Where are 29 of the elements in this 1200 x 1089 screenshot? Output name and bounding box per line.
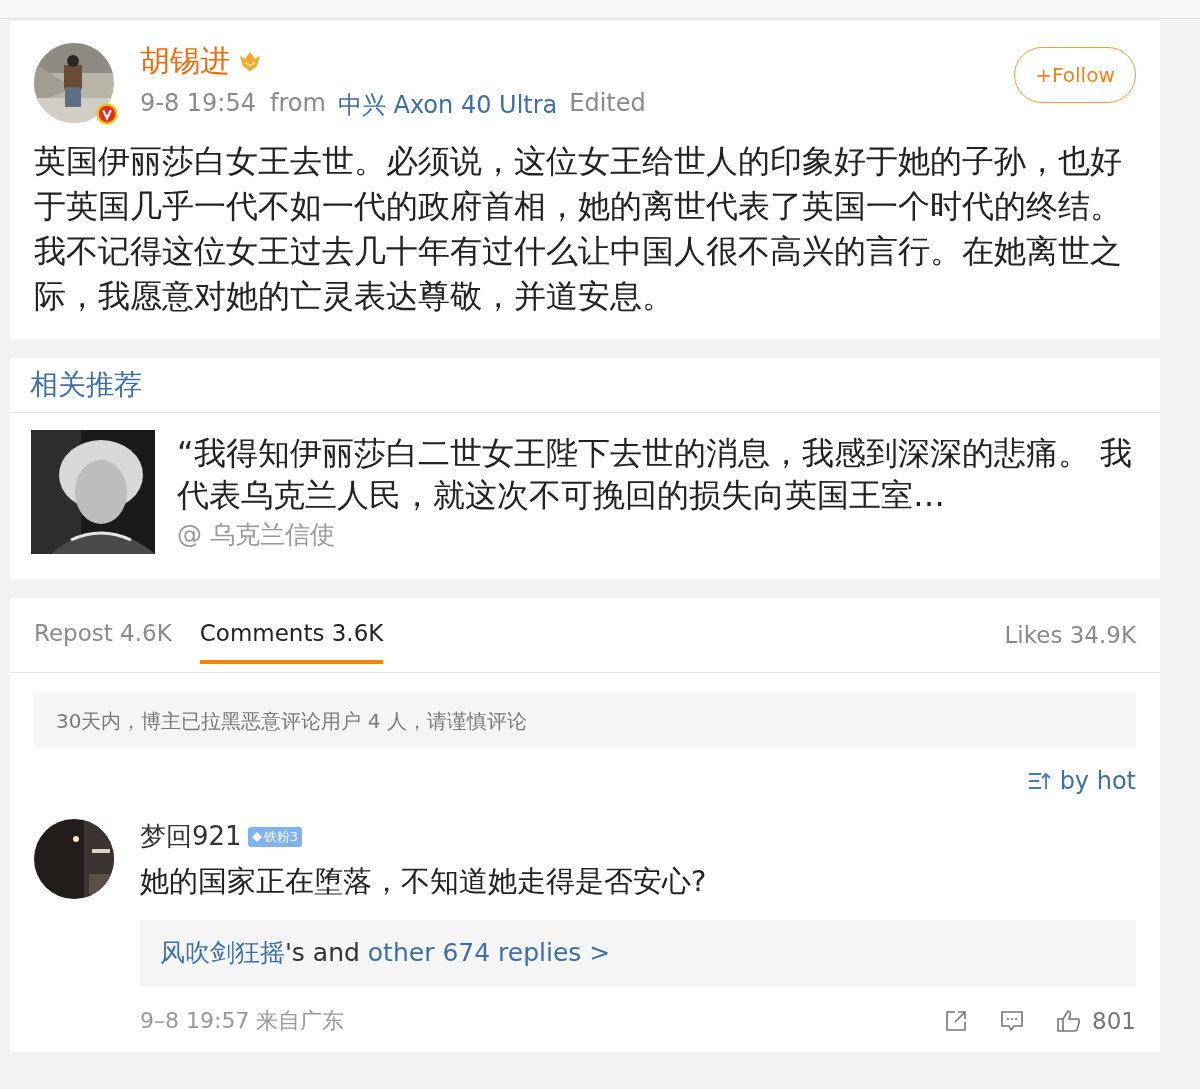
comment-text: 她的国家正在堕落，不知道她走得是否安心? [140, 863, 708, 900]
like-button[interactable]: 801 [1056, 1008, 1136, 1034]
fan-badge: 铁粉3 [247, 826, 302, 847]
source-account[interactable]: @ 乌克兰信使 [177, 518, 335, 551]
commenter-name[interactable]: 梦回921 [140, 819, 242, 854]
recommended-post-text[interactable]: “我得知伊丽莎白二世女王陛下去世的消息，我感到深深的悲痛。 我代表乌克兰人民，就这次不可挽回的损失向英国王室… [177, 432, 1140, 516]
tab[interactable]: Comments 3.6K [199, 606, 384, 664]
from-label: from [270, 89, 326, 119]
follow-button[interactable]: +Follow [1014, 47, 1136, 103]
verified-icon [96, 103, 118, 125]
replies-connector-text: 's and [285, 938, 361, 967]
sort-button[interactable]: by hot [1027, 767, 1136, 795]
section-title: 相关推荐 [10, 358, 1160, 413]
post-time: 9-8 19:54 [140, 89, 256, 119]
reply-user-link[interactable]: 风吹剑狂摇 [160, 938, 285, 967]
comment-icon[interactable] [1000, 1009, 1025, 1033]
share-icon[interactable] [944, 1009, 969, 1033]
author-name[interactable]: 胡锡进 [140, 40, 230, 82]
notice-banner: 30天内，博主已拉黑恶意评论用户 4 人，请谨慎评论 [34, 693, 1136, 749]
more-replies-link[interactable]: other 674 replies > [367, 938, 611, 967]
post-text: 英国伊丽莎白女王去世。必须说，这位女王给世人的印象好于她的子孙，也好于英国几乎一代不如一代的政府首相，她的离世代表了英国一个时代的终结。我不记得这位女王过去几十年有过什么让中国人很不高兴的言行。在她离世之际，我愿意对她的亡灵表达尊敬，并道安息。 [34, 141, 1123, 317]
tab[interactable]: Repost 4.6K [34, 606, 172, 664]
edited-label: Edited [569, 89, 646, 119]
sort-icon [1027, 771, 1052, 791]
thumbs-up-icon [1056, 1009, 1083, 1033]
likes-count[interactable]: Likes 34.9K [1004, 622, 1136, 648]
crown-icon [238, 50, 262, 72]
comment-time: 9–8 19:57 来自广东 [140, 1007, 345, 1035]
device-link[interactable]: 中兴 Axon 40 Ultra [337, 89, 558, 121]
